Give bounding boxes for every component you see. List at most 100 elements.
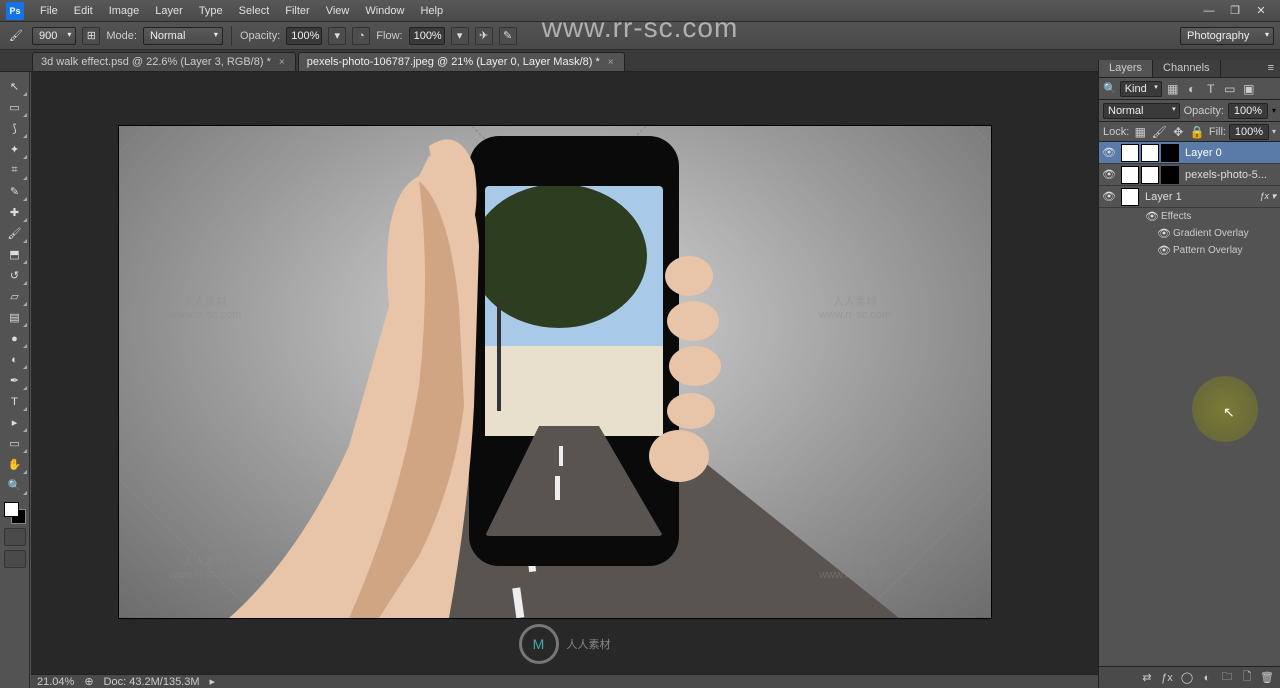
workspace-switcher[interactable]: Photography bbox=[1180, 27, 1274, 45]
panel-tab-layers[interactable]: Layers bbox=[1099, 60, 1153, 77]
delete-layer-icon[interactable]: 🗑 bbox=[1260, 671, 1274, 684]
layer-thumbnail[interactable] bbox=[1121, 166, 1139, 184]
filter-kind-select[interactable]: Kind bbox=[1120, 81, 1162, 97]
panel-tab-channels[interactable]: Channels bbox=[1153, 60, 1220, 77]
filter-type-icon[interactable]: T bbox=[1203, 81, 1219, 97]
opacity-input[interactable]: 100% bbox=[286, 27, 322, 45]
canvas-area[interactable]: 人人素材www.rr-sc.com 人人素材www.rr-sc.com 人人素材… bbox=[31, 72, 1098, 674]
visibility-eye-icon[interactable]: 👁 bbox=[1155, 244, 1173, 257]
lock-pixels-icon[interactable]: 🖌 bbox=[1151, 124, 1167, 140]
flow-input[interactable]: 100% bbox=[409, 27, 445, 45]
filter-shape-icon[interactable]: ▭ bbox=[1222, 81, 1238, 97]
lock-all-icon[interactable]: 🔒 bbox=[1189, 124, 1205, 140]
layer-effect-item[interactable]: 👁 Gradient Overlay bbox=[1099, 225, 1280, 242]
layer-name[interactable]: pexels-photo-5... bbox=[1181, 169, 1280, 181]
menu-filter[interactable]: Filter bbox=[277, 5, 317, 17]
hand-tool[interactable]: ✋ bbox=[2, 454, 28, 475]
menu-help[interactable]: Help bbox=[412, 5, 451, 17]
lock-transparency-icon[interactable]: ▦ bbox=[1132, 124, 1148, 140]
layer-thumbnail[interactable] bbox=[1121, 188, 1139, 206]
menu-edit[interactable]: Edit bbox=[66, 5, 101, 17]
pen-tool[interactable]: ✒ bbox=[2, 370, 28, 391]
clone-stamp-tool[interactable]: ⬒ bbox=[2, 244, 28, 265]
eyedropper-tool[interactable]: ✎ bbox=[2, 181, 28, 202]
crop-tool[interactable]: ⌗ bbox=[2, 160, 28, 181]
shape-tool[interactable]: ▭ bbox=[2, 433, 28, 454]
document-tab[interactable]: pexels-photo-106787.jpeg @ 21% (Layer 0,… bbox=[298, 52, 625, 71]
layer-blend-mode-select[interactable]: Normal bbox=[1103, 103, 1180, 119]
zoom-dd-icon[interactable]: ⊕ bbox=[84, 675, 93, 688]
menu-type[interactable]: Type bbox=[191, 5, 231, 17]
layer-opacity-input[interactable]: 100% bbox=[1228, 103, 1268, 119]
menu-file[interactable]: File bbox=[32, 5, 66, 17]
menu-image[interactable]: Image bbox=[101, 5, 148, 17]
gradient-tool[interactable]: ▤ bbox=[2, 307, 28, 328]
lock-position-icon[interactable]: ✥ bbox=[1170, 124, 1186, 140]
layer-style-icon[interactable]: ƒx bbox=[1160, 672, 1174, 684]
panel-menu-icon[interactable]: ≡ bbox=[1262, 60, 1280, 77]
pressure-opacity-icon[interactable]: ◔ bbox=[352, 27, 370, 45]
filter-pixel-icon[interactable]: ▦ bbox=[1165, 81, 1181, 97]
dodge-tool[interactable]: ◐ bbox=[2, 349, 28, 370]
menu-view[interactable]: View bbox=[318, 5, 358, 17]
filter-adjust-icon[interactable]: ◐ bbox=[1184, 81, 1200, 97]
screen-mode-icon[interactable] bbox=[4, 550, 26, 568]
close-button[interactable]: ✕ bbox=[1248, 2, 1274, 20]
quick-mask-icon[interactable] bbox=[4, 528, 26, 546]
healing-brush-tool[interactable]: ✚ bbox=[2, 202, 28, 223]
airbrush-icon[interactable]: ✈ bbox=[475, 27, 493, 45]
opacity-dropdown-icon[interactable]: ▾ bbox=[328, 27, 346, 45]
new-layer-icon[interactable]: 🗋 bbox=[1240, 668, 1254, 687]
eraser-tool[interactable]: ▱ bbox=[2, 286, 28, 307]
lasso-tool[interactable]: ⟆ bbox=[2, 118, 28, 139]
fill-dd-icon[interactable]: ▾ bbox=[1272, 127, 1276, 136]
color-swatches[interactable] bbox=[4, 502, 26, 524]
menu-layer[interactable]: Layer bbox=[147, 5, 191, 17]
flow-dropdown-icon[interactable]: ▾ bbox=[451, 27, 469, 45]
layer-thumbnail[interactable] bbox=[1141, 166, 1159, 184]
document-canvas[interactable]: 人人素材www.rr-sc.com 人人素材www.rr-sc.com 人人素材… bbox=[119, 126, 991, 618]
effects-header[interactable]: 👁 Effects bbox=[1099, 208, 1280, 225]
layer-thumbnail[interactable] bbox=[1141, 144, 1159, 162]
menu-select[interactable]: Select bbox=[231, 5, 278, 17]
brush-tool[interactable]: 🖌 bbox=[2, 223, 28, 244]
minimize-button[interactable]: — bbox=[1196, 2, 1222, 20]
foreground-color[interactable] bbox=[4, 502, 19, 517]
layers-list[interactable]: 👁Layer 0👁pexels-photo-5...👁Layer 1ƒx ▾👁 … bbox=[1099, 142, 1280, 666]
tab-close-icon[interactable]: × bbox=[606, 57, 616, 68]
adjustment-layer-icon[interactable]: ◐ bbox=[1200, 672, 1214, 684]
visibility-eye-icon[interactable]: 👁 bbox=[1099, 146, 1119, 159]
blur-tool[interactable]: ● bbox=[2, 328, 28, 349]
path-selection-tool[interactable]: ▸ bbox=[2, 412, 28, 433]
visibility-eye-icon[interactable]: 👁 bbox=[1143, 210, 1161, 223]
fx-badge[interactable]: ƒx ▾ bbox=[1255, 191, 1280, 202]
brush-preset-picker[interactable]: 900 bbox=[32, 27, 76, 45]
layer-thumbnail[interactable] bbox=[1121, 144, 1139, 162]
toggle-brush-panel-icon[interactable]: ⊞ bbox=[82, 27, 100, 45]
layer-thumbnail[interactable] bbox=[1161, 166, 1179, 184]
layer-name[interactable]: Layer 0 bbox=[1181, 147, 1280, 159]
layer-row[interactable]: 👁 pexels-photo-5... bbox=[1099, 164, 1280, 186]
layer-thumbnail[interactable] bbox=[1161, 144, 1179, 162]
visibility-eye-icon[interactable]: 👁 bbox=[1155, 227, 1173, 240]
status-arrow-icon[interactable]: ▸ bbox=[210, 675, 216, 688]
visibility-eye-icon[interactable]: 👁 bbox=[1099, 190, 1119, 203]
filter-smart-icon[interactable]: ▣ bbox=[1241, 81, 1257, 97]
blend-mode-select[interactable]: Normal bbox=[143, 27, 223, 45]
document-tab[interactable]: 3d walk effect.psd @ 22.6% (Layer 3, RGB… bbox=[32, 52, 296, 71]
new-group-icon[interactable]: 🗀 bbox=[1220, 668, 1234, 687]
tab-close-icon[interactable]: × bbox=[277, 57, 287, 68]
type-tool[interactable]: T bbox=[2, 391, 28, 412]
maximize-button[interactable]: ❐ bbox=[1222, 2, 1248, 20]
link-layers-icon[interactable]: ⇄ bbox=[1140, 671, 1154, 684]
marquee-tool[interactable]: ▭ bbox=[2, 97, 28, 118]
layer-row[interactable]: 👁 Layer 0 bbox=[1099, 142, 1280, 164]
zoom-readout[interactable]: 21.04% bbox=[37, 676, 74, 688]
magic-wand-tool[interactable]: ✦ bbox=[2, 139, 28, 160]
layer-effect-item[interactable]: 👁 Pattern Overlay bbox=[1099, 242, 1280, 259]
visibility-eye-icon[interactable]: 👁 bbox=[1099, 168, 1119, 181]
opacity-dd-icon[interactable]: ▾ bbox=[1272, 106, 1276, 115]
layer-fill-input[interactable]: 100% bbox=[1229, 124, 1269, 140]
history-brush-tool[interactable]: ↺ bbox=[2, 265, 28, 286]
move-tool[interactable]: ↖ bbox=[2, 76, 28, 97]
